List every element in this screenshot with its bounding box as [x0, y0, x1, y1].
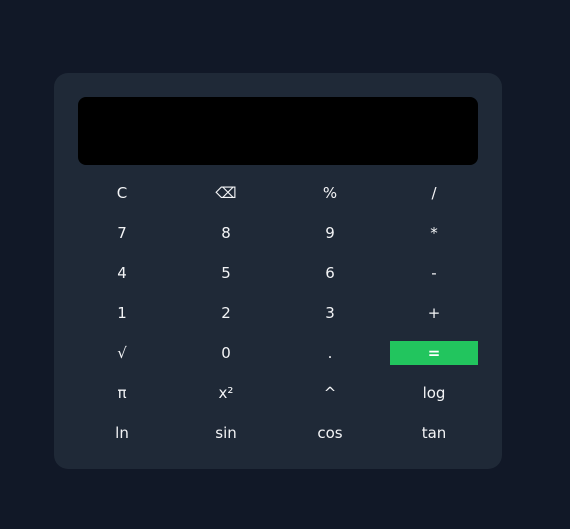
tan-button[interactable]: tan	[390, 421, 478, 445]
percent-button[interactable]: %	[286, 181, 374, 205]
sin-button[interactable]: sin	[182, 421, 270, 445]
subtract-button[interactable]: -	[390, 261, 478, 285]
digit-5-button[interactable]: 5	[182, 261, 270, 285]
calculator-panel: C ⌫ % / 7 8 9 * 4 5 6 - 1 2 3 + √ 0 . = …	[54, 73, 502, 469]
digit-1-button[interactable]: 1	[78, 301, 166, 325]
square-button[interactable]: x²	[182, 381, 270, 405]
power-button[interactable]: ^	[286, 381, 374, 405]
divide-button[interactable]: /	[390, 181, 478, 205]
digit-8-button[interactable]: 8	[182, 221, 270, 245]
add-button[interactable]: +	[390, 301, 478, 325]
equals-button[interactable]: =	[390, 341, 478, 365]
digit-3-button[interactable]: 3	[286, 301, 374, 325]
multiply-button[interactable]: *	[390, 221, 478, 245]
log-button[interactable]: log	[390, 381, 478, 405]
digit-2-button[interactable]: 2	[182, 301, 270, 325]
decimal-button[interactable]: .	[286, 341, 374, 365]
digit-0-button[interactable]: 0	[182, 341, 270, 365]
keypad: C ⌫ % / 7 8 9 * 4 5 6 - 1 2 3 + √ 0 . = …	[78, 181, 478, 445]
pi-button[interactable]: π	[78, 381, 166, 405]
backspace-button[interactable]: ⌫	[182, 181, 270, 205]
digit-9-button[interactable]: 9	[286, 221, 374, 245]
digit-6-button[interactable]: 6	[286, 261, 374, 285]
clear-button[interactable]: C	[78, 181, 166, 205]
cos-button[interactable]: cos	[286, 421, 374, 445]
calculator-display[interactable]	[78, 97, 478, 165]
digit-4-button[interactable]: 4	[78, 261, 166, 285]
sqrt-button[interactable]: √	[78, 341, 166, 365]
digit-7-button[interactable]: 7	[78, 221, 166, 245]
ln-button[interactable]: ln	[78, 421, 166, 445]
